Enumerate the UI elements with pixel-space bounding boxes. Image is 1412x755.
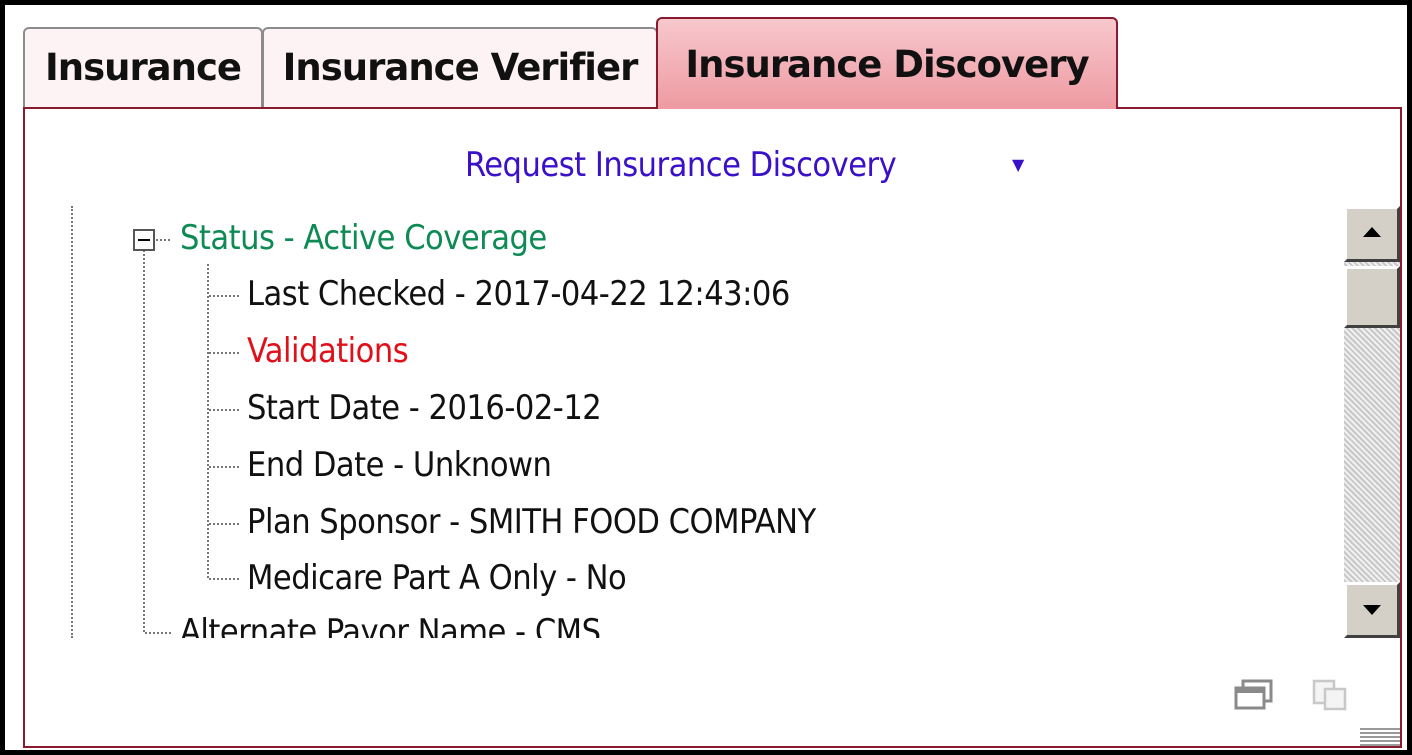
tree-line [209, 578, 239, 580]
tab-insurance-discovery[interactable]: Insurance Discovery [656, 17, 1118, 109]
scroll-up-button[interactable] [1344, 206, 1400, 262]
tree-line [209, 466, 239, 468]
request-insurance-discovery-link[interactable]: Request Insurance Discovery [465, 145, 897, 185]
tree-line [209, 295, 239, 297]
tree-line [156, 239, 170, 241]
tree-node-alternate-payor[interactable]: Alternate Payor Name - CMS [180, 612, 601, 638]
tab-insurance-verifier[interactable]: Insurance Verifier [262, 27, 658, 109]
app-frame: Insurance Insurance Verifier Insurance D… [0, 0, 1412, 755]
tree-line [209, 352, 239, 354]
arrow-down-icon [1363, 605, 1381, 615]
tree-line [145, 632, 171, 634]
tree-line [209, 523, 239, 525]
tree-scrollbar[interactable] [1344, 206, 1400, 638]
tree-node-medicare-part-a[interactable]: Medicare Part A Only - No [247, 558, 627, 598]
tree-node-end-date[interactable]: End Date - Unknown [247, 445, 552, 485]
tab-insurance[interactable]: Insurance [23, 27, 263, 109]
collapse-minus-icon[interactable] [133, 229, 155, 251]
tree-line [207, 264, 209, 578]
scroll-down-button[interactable] [1344, 582, 1400, 638]
tree-node-last-checked[interactable]: Last Checked - 2017-04-22 12:43:06 [247, 274, 790, 314]
tree-node-validations[interactable]: Validations [247, 331, 409, 371]
copy-icon[interactable] [1311, 679, 1351, 711]
tree-line [209, 409, 239, 411]
window-icon[interactable] [1234, 679, 1274, 711]
coverage-tree: Status - Active Coverage Last Checked - … [65, 206, 1341, 638]
insurance-discovery-panel: Request Insurance Discovery ▼ Status - A… [23, 107, 1402, 748]
tree-node-plan-sponsor[interactable]: Plan Sponsor - SMITH FOOD COMPANY [247, 502, 816, 542]
tree-line [71, 206, 73, 638]
request-dropdown-arrow-icon[interactable]: ▼ [1012, 155, 1024, 174]
tree-node-start-date[interactable]: Start Date - 2016-02-12 [247, 388, 602, 428]
tree-node-status[interactable]: Status - Active Coverage [180, 218, 547, 258]
arrow-up-icon [1363, 227, 1381, 237]
scroll-thumb[interactable] [1344, 266, 1400, 328]
tree-line [143, 250, 145, 632]
resize-grip[interactable] [1360, 726, 1400, 746]
